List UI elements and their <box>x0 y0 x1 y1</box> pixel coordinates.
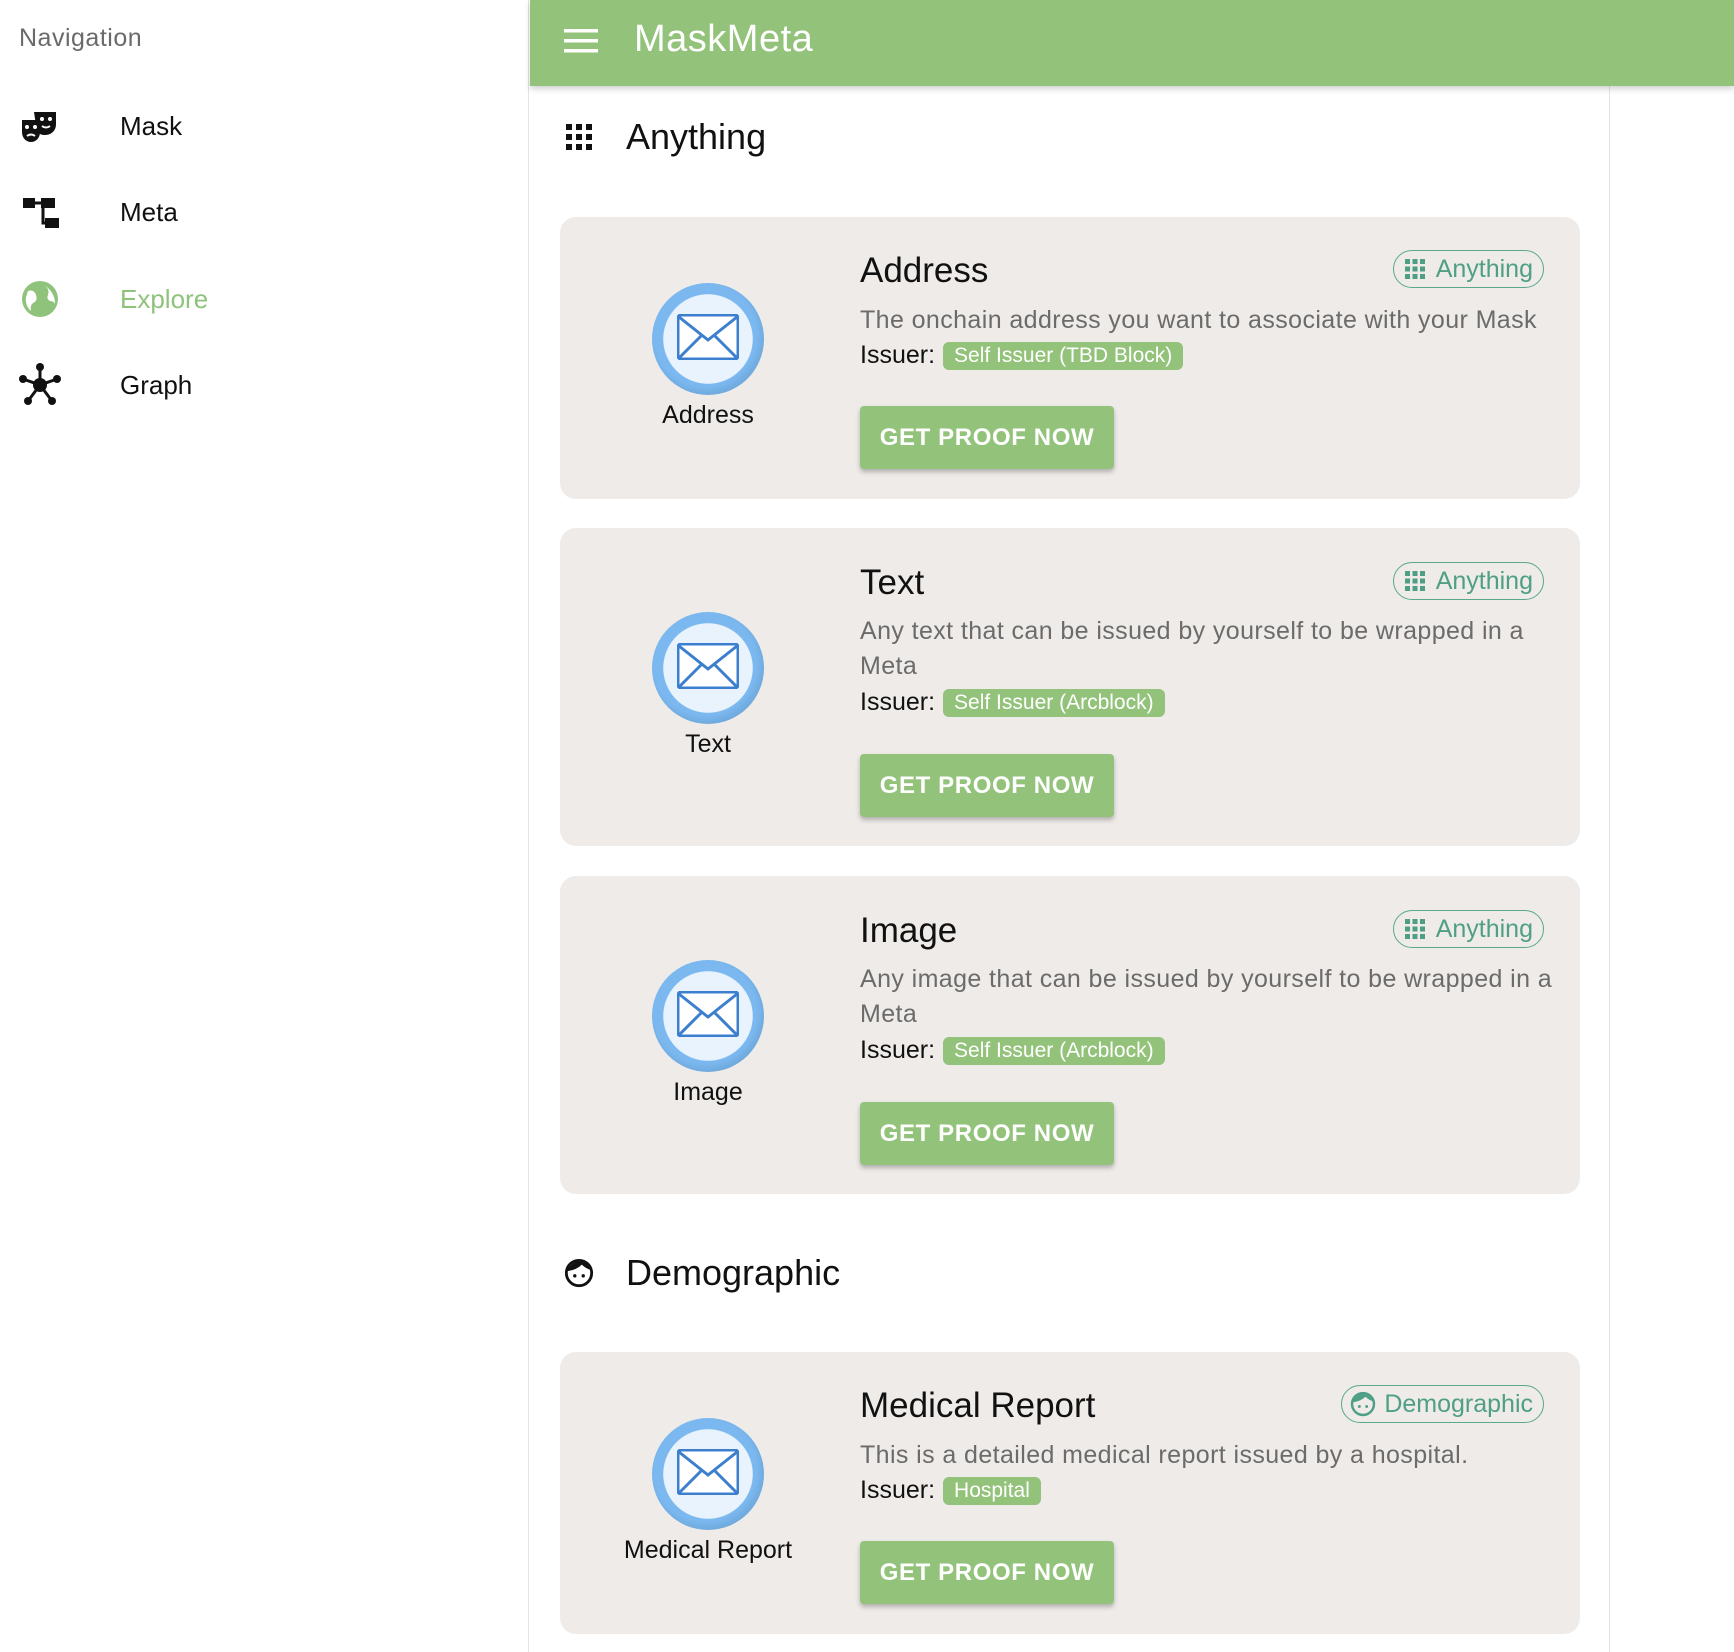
issuer-row: Issuer: Self Issuer (TBD Block) <box>860 341 1184 370</box>
avatar-label: Medical Report <box>623 1536 793 1564</box>
envelope-icon <box>676 642 740 694</box>
envelope-icon <box>676 990 740 1042</box>
tag-label: Demographic <box>1384 1389 1533 1418</box>
category-tag[interactable]: Anything <box>1392 562 1544 600</box>
card-title: Medical Report <box>860 1386 1096 1425</box>
hamburger-menu-icon[interactable] <box>564 26 598 56</box>
tag-label: Anything <box>1435 914 1533 943</box>
card-medical-report: Medical Report Medical Report Demographi… <box>560 1352 1580 1634</box>
tag-label: Anything <box>1435 566 1533 595</box>
issuer-chip: Self Issuer (Arcblock) <box>943 1036 1165 1065</box>
issuer-chip: Hospital <box>943 1476 1041 1505</box>
apps-grid-icon <box>564 122 594 152</box>
navigation-drawer: Navigation Mask Meta Explore Graph <box>0 0 529 1652</box>
sidebar-item-label: Mask <box>120 110 183 141</box>
app-title: MaskMeta <box>634 18 814 60</box>
apps-grid-icon <box>1402 568 1428 594</box>
card-title: Image <box>860 911 958 950</box>
issuer-label: Issuer: <box>860 1476 936 1504</box>
sidebar-item-mask[interactable]: Mask <box>0 87 529 165</box>
section-title: Anything <box>626 116 767 157</box>
sidebar-item-meta[interactable]: Meta <box>0 173 529 251</box>
avatar <box>652 1418 764 1530</box>
category-tag[interactable]: Anything <box>1392 910 1544 948</box>
card-description: This is a detailed medical report issued… <box>860 1441 1469 1469</box>
face-icon <box>564 1258 594 1288</box>
category-tag[interactable]: Demographic <box>1341 1385 1544 1423</box>
sidebar-item-graph[interactable]: Graph <box>0 346 529 424</box>
sidebar-item-label: Graph <box>120 369 193 400</box>
card-description: Any text that can be issued by yourself … <box>860 617 1524 680</box>
card-address: Address Address Anything The onchain add… <box>560 217 1580 499</box>
card-description: Any image that can be issued by yourself… <box>860 965 1553 1028</box>
get-proof-button[interactable]: GET PROOF NOW <box>860 754 1114 817</box>
avatar <box>652 960 764 1072</box>
graph-nodes-icon <box>18 363 62 407</box>
get-proof-button[interactable]: GET PROOF NOW <box>860 406 1114 469</box>
globe-icon <box>18 277 62 321</box>
issuer-chip: Self Issuer (TBD Block) <box>943 341 1184 370</box>
hierarchy-icon <box>18 190 62 234</box>
app-bar: MaskMeta <box>530 0 1734 86</box>
issuer-label: Issuer: <box>860 341 936 369</box>
issuer-chip: Self Issuer (Arcblock) <box>943 688 1165 717</box>
card-title: Text <box>860 563 925 602</box>
get-proof-button[interactable]: GET PROOF NOW <box>860 1102 1114 1165</box>
envelope-icon <box>676 1448 740 1500</box>
avatar-label: Address <box>662 401 754 429</box>
envelope-icon <box>676 313 740 365</box>
get-proof-button[interactable]: GET PROOF NOW <box>860 1541 1114 1604</box>
issuer-label: Issuer: <box>860 688 936 716</box>
sidebar-item-label: Explore <box>120 283 209 314</box>
avatar-label: Text <box>685 730 731 758</box>
card-description: The onchain address you want to associat… <box>860 306 1537 334</box>
main-content: Anything Address Address Anything The on… <box>530 86 1610 1652</box>
avatar <box>652 283 764 395</box>
section-header-anything: Anything <box>564 116 766 158</box>
section-header-demographic: Demographic <box>564 1252 840 1294</box>
face-icon <box>1350 1391 1376 1417</box>
avatar-label: Image <box>673 1078 743 1106</box>
issuer-row: Issuer: Self Issuer (Arcblock) <box>860 1036 1165 1065</box>
issuer-row: Issuer: Hospital <box>860 1476 1041 1505</box>
category-tag[interactable]: Anything <box>1392 250 1544 288</box>
section-title: Demographic <box>626 1252 841 1293</box>
navigation-title: Navigation <box>19 24 143 52</box>
apps-grid-icon <box>1402 916 1428 942</box>
issuer-label: Issuer: <box>860 1036 936 1064</box>
sidebar-item-label: Meta <box>120 196 178 227</box>
sidebar-item-explore[interactable]: Explore <box>0 260 529 338</box>
apps-grid-icon <box>1402 256 1428 282</box>
theater-masks-icon <box>18 104 62 148</box>
avatar <box>652 612 764 724</box>
card-text: Text Text Anything Any text that can be … <box>560 528 1580 846</box>
tag-label: Anything <box>1435 254 1533 283</box>
card-image: Image Image Anything Any image that can … <box>560 876 1580 1194</box>
card-title: Address <box>860 251 989 290</box>
issuer-row: Issuer: Self Issuer (Arcblock) <box>860 688 1165 717</box>
